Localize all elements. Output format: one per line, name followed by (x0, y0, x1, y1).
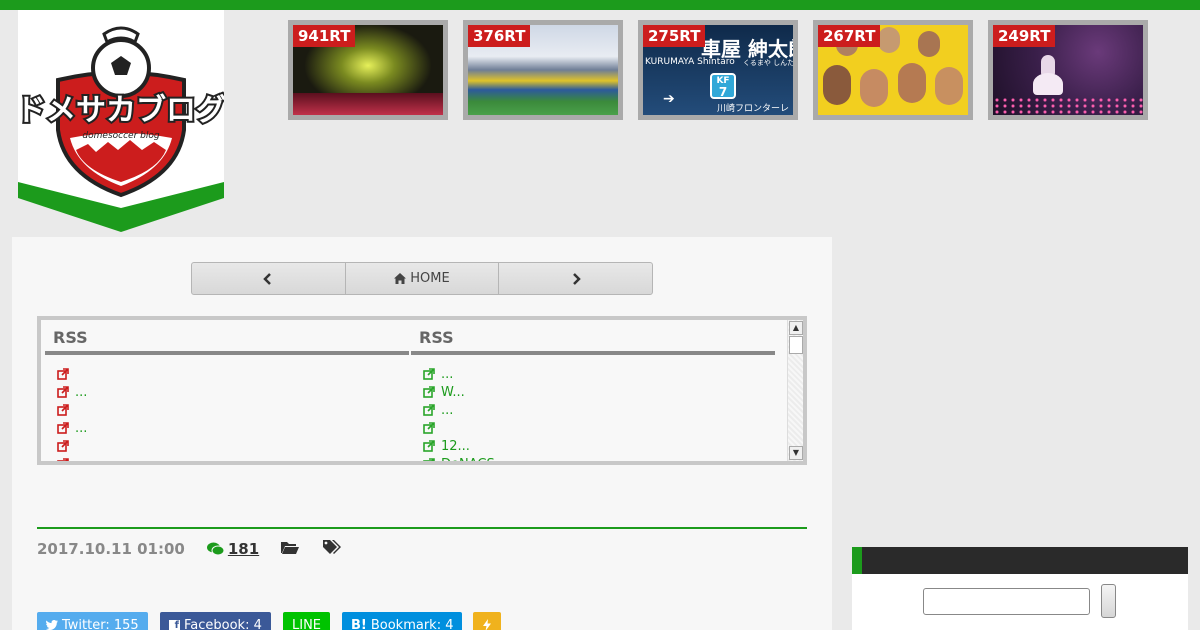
scroll-down-arrow-icon[interactable]: ▼ (789, 446, 803, 460)
rss-item[interactable]: ... (411, 401, 775, 419)
external-link-icon (423, 386, 435, 398)
external-link-icon (57, 404, 69, 416)
rss-column-right: RSS ... W...... 12... DeNACS... (411, 320, 775, 465)
home-icon (394, 273, 407, 284)
external-link-icon (423, 368, 435, 380)
scroll-thumb[interactable] (789, 336, 803, 354)
popular-thumb-1[interactable]: 941RT (288, 20, 448, 120)
comment-count-link[interactable]: 181 (206, 540, 260, 558)
player-number: 7 (718, 85, 728, 99)
rss-item-title: ... (75, 420, 88, 436)
home-button[interactable]: HOME (346, 263, 500, 294)
rss-column-left: RSS ...... (45, 320, 409, 461)
chevron-right-icon (572, 272, 581, 285)
player-name-kana: くるまや しんたろう (743, 59, 793, 67)
external-link-icon (423, 404, 435, 416)
sidebar-widget-header (852, 547, 1188, 574)
comments-icon (206, 542, 224, 556)
popular-thumb-4[interactable]: 267RT (813, 20, 973, 120)
top-accent-bar (0, 0, 1200, 10)
rss-heading: RSS (411, 320, 775, 355)
arrow-right-icon: ➔ (663, 91, 675, 107)
next-post-button[interactable] (499, 263, 652, 294)
external-link-icon (57, 368, 69, 380)
lightning-icon (483, 619, 491, 630)
line-share-button[interactable]: LINE (283, 612, 331, 630)
rss-item-title: ... (441, 366, 454, 382)
rss-item-title: ... (75, 384, 88, 400)
category-folder-icon[interactable] (281, 540, 300, 558)
tags-icon[interactable] (323, 540, 342, 558)
retweet-count-badge: 267RT (818, 25, 881, 47)
external-link-icon (57, 458, 69, 461)
rss-item-title: 12... (441, 438, 470, 454)
rss-item[interactable] (411, 419, 775, 437)
logo-subtitle: domesoccer blog (82, 131, 159, 141)
rss-item[interactable]: 12... (411, 437, 775, 455)
search-input[interactable] (923, 588, 1090, 615)
rss-item[interactable] (45, 437, 409, 455)
feedly-button[interactable] (473, 612, 501, 630)
rss-item[interactable] (45, 401, 409, 419)
sidebar-search-widget (852, 574, 1188, 630)
prev-post-button[interactable] (192, 263, 346, 294)
chevron-left-icon (263, 272, 272, 285)
player-club: 川崎フロンターレ (717, 104, 790, 114)
retweet-count-badge: 376RT (468, 25, 531, 47)
main-content: HOME RSS ...... RSS ... W...... 12... DeNAC… (12, 237, 832, 630)
line-share-label: LINE (292, 617, 322, 630)
search-submit-button[interactable] (1101, 584, 1116, 618)
rss-item[interactable]: ... (45, 419, 409, 437)
external-link-icon (423, 422, 435, 434)
rss-scrollbar[interactable]: ▲ ▼ (787, 320, 803, 461)
post-date: 2017.10.11 01:00 (37, 540, 185, 558)
player-name-en: KURUMAYA Shintaro (645, 57, 735, 67)
twitter-share-label: Twitter: 155 (62, 617, 139, 630)
external-link-icon (423, 440, 435, 452)
post-meta: 2017.10.11 01:00 181 (37, 540, 342, 558)
site-logo[interactable]: ドメサカブログ domesoccer blog (18, 10, 224, 232)
popular-thumb-5[interactable]: 249RT (988, 20, 1148, 120)
player-number-badge: KF 7 (710, 73, 736, 99)
facebook-share-button[interactable]: f Facebook: 4 (160, 612, 271, 630)
rss-item[interactable]: ... (411, 365, 775, 383)
facebook-icon: f (169, 619, 180, 630)
rss-item[interactable]: DeNACS... (411, 455, 775, 465)
post-divider (37, 527, 807, 529)
hatena-icon: B! (351, 617, 367, 630)
retweet-count-badge: 249RT (993, 25, 1056, 47)
popular-thumb-2[interactable]: 376RT (463, 20, 623, 120)
external-link-icon (57, 386, 69, 398)
post-navigation: HOME (191, 262, 653, 295)
rss-item[interactable] (45, 365, 409, 383)
retweet-count-badge: 275RT (643, 25, 706, 47)
facebook-share-label: Facebook: 4 (184, 617, 262, 630)
retweet-count-badge: 941RT (293, 25, 356, 47)
popular-thumb-3[interactable]: 車屋 紳太郎 KURUMAYA Shintaro くるまや しんたろう KF 7… (638, 20, 798, 120)
rss-item-title: ... (441, 402, 454, 418)
scroll-up-arrow-icon[interactable]: ▲ (789, 321, 803, 335)
bookmark-share-label: Bookmark: 4 (370, 617, 454, 630)
twitter-icon (46, 620, 58, 630)
rss-heading: RSS (45, 320, 409, 355)
rss-item-title: DeNACS... (441, 456, 508, 465)
rss-feed-box[interactable]: RSS ...... RSS ... W...... 12... DeNACS... … (37, 316, 807, 465)
external-link-icon (57, 440, 69, 452)
comment-count: 181 (227, 540, 260, 558)
external-link-icon (423, 458, 435, 461)
rss-item[interactable]: ... (45, 383, 409, 401)
hatena-bookmark-button[interactable]: B! Bookmark: 4 (342, 612, 463, 630)
twitter-share-button[interactable]: Twitter: 155 (37, 612, 148, 630)
home-label: HOME (410, 271, 450, 286)
rss-item[interactable]: W... (411, 383, 775, 401)
rss-item[interactable] (45, 455, 409, 461)
logo-title: ドメサカブログ (18, 93, 224, 128)
rss-item-title: W... (441, 384, 465, 400)
external-link-icon (57, 422, 69, 434)
